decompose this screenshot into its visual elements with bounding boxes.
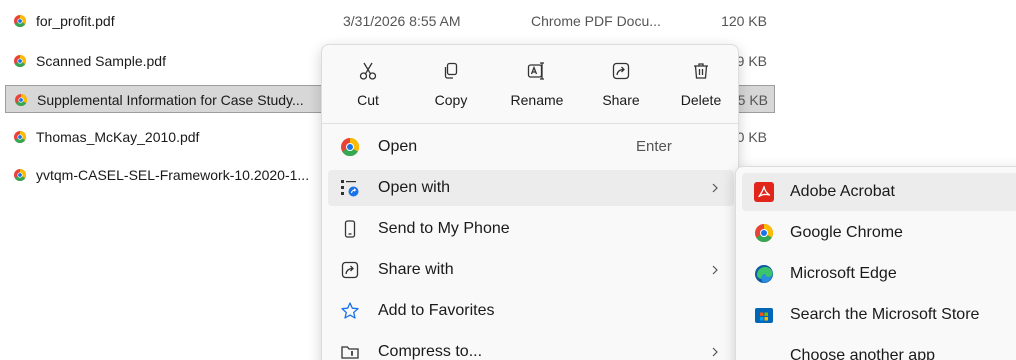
trash-icon (694, 63, 708, 79)
chrome-file-icon (14, 15, 26, 27)
menu-item-share-with[interactable]: Share with (328, 252, 734, 288)
rename-label: Rename (510, 92, 564, 108)
file-size: 120 KB (721, 13, 767, 29)
chrome-icon (341, 138, 360, 157)
share-icon (341, 261, 359, 279)
file-name: Scanned Sample.pdf (36, 53, 166, 69)
rename-icon (527, 62, 544, 80)
submenu-item-microsoft-edge[interactable]: Microsoft Edge (742, 255, 1016, 293)
file-row[interactable]: for_profit.pdf 3/31/2026 8:55 AM Chrome … (5, 7, 775, 35)
file-name: for_profit.pdf (36, 13, 115, 29)
cut-button[interactable]: Cut (335, 53, 401, 119)
chevron-right-icon (712, 183, 718, 193)
submenu-item-label: Adobe Acrobat (790, 183, 895, 200)
delete-button[interactable]: Delete (667, 53, 735, 119)
chrome-file-icon (15, 94, 27, 106)
share-icon (612, 62, 630, 80)
chrome-file-icon (14, 169, 26, 181)
file-date: 3/31/2026 8:55 AM (343, 13, 461, 29)
menu-item-label: Open with (378, 179, 451, 196)
context-menu: Cut Copy Rename Share Delete Open Enter … (321, 44, 739, 360)
menu-item-send-to-phone[interactable]: Send to My Phone (328, 211, 734, 247)
cut-label: Cut (357, 92, 379, 108)
scissors-icon (359, 62, 377, 80)
share-label: Share (602, 92, 640, 108)
submenu-item-label: Microsoft Edge (790, 265, 897, 282)
submenu-item-adobe-acrobat[interactable]: Adobe Acrobat (742, 173, 1016, 211)
menu-item-open-with[interactable]: Open with (328, 170, 734, 206)
menu-item-add-to-favorites[interactable]: Add to Favorites (328, 293, 734, 329)
chevron-right-icon (712, 265, 718, 275)
menu-item-label: Compress to... (378, 343, 483, 360)
file-name: yvtqm-CASEL-SEL-Framework-10.2020-1... (36, 167, 310, 183)
open-with-icon (341, 180, 359, 197)
submenu-item-label: Search the Microsoft Store (790, 306, 980, 323)
shortcut-label: Enter (636, 138, 672, 155)
open-with-submenu: Adobe Acrobat Google Chrome Microsoft Ed… (735, 166, 1016, 360)
menu-item-label: Open (378, 138, 418, 155)
submenu-item-label: Choose another app (790, 347, 935, 360)
phone-icon (344, 220, 356, 238)
adobe-acrobat-icon (754, 182, 774, 202)
menu-item-compress-to[interactable]: Compress to... (328, 334, 734, 360)
copy-icon (444, 62, 458, 79)
share-button[interactable]: Share (589, 53, 653, 119)
copy-button[interactable]: Copy (415, 53, 487, 119)
submenu-item-microsoft-store[interactable]: Search the Microsoft Store (742, 296, 1016, 334)
chrome-icon (755, 224, 774, 243)
file-name: Thomas_McKay_2010.pdf (36, 129, 200, 145)
menu-item-label: Share with (378, 261, 454, 278)
copy-label: Copy (434, 92, 468, 108)
quick-actions-bar: Cut Copy Rename Share Delete (327, 53, 735, 119)
menu-divider (322, 123, 738, 124)
star-icon (341, 302, 359, 319)
zip-folder-icon (341, 346, 359, 359)
submenu-item-choose-another-app[interactable]: Choose another app (742, 337, 1016, 360)
rename-button[interactable]: Rename (495, 53, 579, 119)
store-icon (755, 308, 773, 323)
menu-item-label: Send to My Phone (378, 220, 510, 237)
edge-icon (755, 265, 773, 283)
chrome-file-icon (14, 55, 26, 67)
chrome-file-icon (14, 131, 26, 143)
submenu-item-label: Google Chrome (790, 224, 903, 241)
chevron-right-icon (712, 347, 718, 357)
menu-item-open[interactable]: Open Enter (328, 129, 734, 165)
menu-item-label: Add to Favorites (378, 302, 495, 319)
file-name: Supplemental Information for Case Study.… (37, 92, 304, 108)
submenu-item-google-chrome[interactable]: Google Chrome (742, 214, 1016, 252)
file-type: Chrome PDF Docu... (531, 13, 661, 29)
delete-label: Delete (680, 92, 722, 108)
